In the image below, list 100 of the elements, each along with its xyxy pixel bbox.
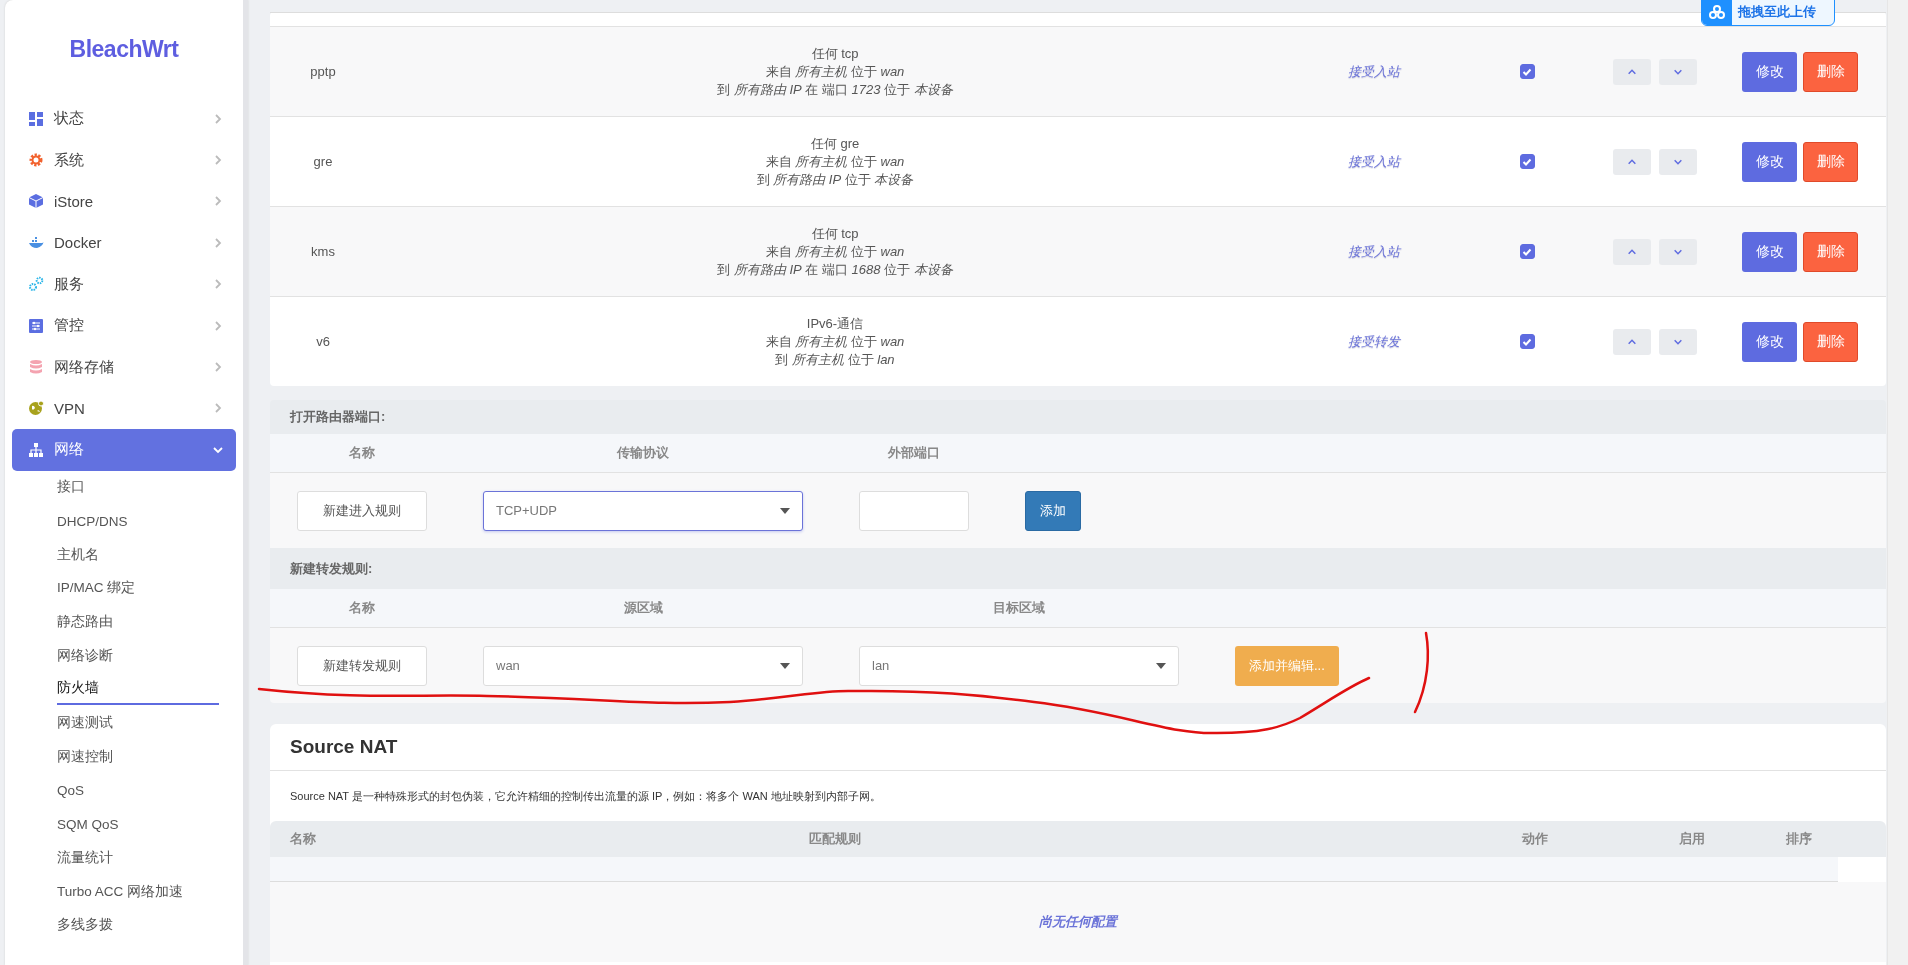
match-rule-text: 任何 gre <box>810 134 860 153</box>
match-rule-text: 来自 所有主机 位于 wan <box>765 332 905 351</box>
upload-badge[interactable]: 拖拽至此上传 <box>1701 0 1835 26</box>
sidebar-subitem[interactable]: QoS <box>57 777 84 805</box>
column-header: 动作 <box>1521 830 1549 848</box>
rule-name: pptp <box>309 64 337 79</box>
sidebar-subitem[interactable]: 网速测试 <box>57 708 113 739</box>
sidebar-subitem[interactable]: 主机名 <box>57 539 99 570</box>
globe-icon <box>28 400 44 417</box>
whale-icon <box>28 234 44 251</box>
protocol-select[interactable]: TCP+UDP <box>483 490 803 531</box>
caret-down-icon <box>1156 662 1166 669</box>
column-header: 源区域 <box>622 599 664 617</box>
sidebar-subitem[interactable]: 多线多拨 <box>57 910 113 941</box>
move-down-button[interactable] <box>1659 148 1697 175</box>
move-down-button[interactable] <box>1659 58 1697 85</box>
sidebar-item[interactable]: 网络 <box>12 429 236 471</box>
column-header: 名称 <box>348 599 376 617</box>
rule-name-field[interactable]: 新建进入规则 <box>297 490 427 531</box>
sidebar-subitem[interactable]: 网速控制 <box>57 741 113 772</box>
sliders-icon <box>28 317 44 334</box>
match-rule-text: 来自 所有主机 位于 wan <box>765 152 905 171</box>
sidebar-subitem[interactable]: Turbo ACC 网络加速 <box>57 876 184 907</box>
add-button[interactable]: 添加 <box>1025 490 1081 531</box>
column-header: 匹配规则 <box>808 830 862 848</box>
column-header: 目标区域 <box>992 599 1046 617</box>
column-header: 传输协议 <box>615 444 670 462</box>
match-rule-text: IPv6-通信 <box>806 314 864 333</box>
dashboard-icon <box>28 110 44 127</box>
edit-button[interactable]: 修改 <box>1742 231 1797 272</box>
sidebar-subitem[interactable]: SQM QoS <box>57 810 119 838</box>
move-up-button[interactable] <box>1613 238 1651 265</box>
match-rule-text: 到 所有路由 IP 在 端口 1688 位于 本设备 <box>717 260 953 279</box>
sidebar-item[interactable]: Docker <box>12 222 236 264</box>
match-rule-text: 来自 所有主机 位于 wan <box>765 242 905 261</box>
cloud-icon <box>1708 5 1726 19</box>
edit-button[interactable]: 修改 <box>1742 321 1797 362</box>
checkmark-icon <box>1522 246 1532 257</box>
rule-action: 接受入站 <box>1348 242 1400 261</box>
caret-down-icon <box>780 662 790 669</box>
edit-button[interactable]: 修改 <box>1742 51 1797 92</box>
sidebar-subitem[interactable]: 接口 <box>57 472 85 503</box>
match-rule-text: 到 所有主机 位于 lan <box>775 350 895 369</box>
match-rule-text: 来自 所有主机 位于 wan <box>765 62 905 81</box>
external-port-field[interactable] <box>859 490 969 531</box>
move-up-button[interactable] <box>1613 58 1651 85</box>
destination-zone-select[interactable]: lan <box>859 645 1179 686</box>
column-header: 启用 <box>1678 830 1706 848</box>
description-text: Source NAT 是一种特殊形式的封包伪装，它允许精细的控制传出流量的源 IP，例如：将多个 WAN 地址映射到内部子网。 <box>290 788 881 804</box>
gears-icon <box>28 276 44 293</box>
card-title: Source NAT <box>290 736 398 758</box>
rule-name: v6 <box>315 334 331 349</box>
cube-icon <box>28 193 44 210</box>
sidebar-item[interactable]: 管控 <box>12 304 236 347</box>
network-icon <box>28 441 44 458</box>
rule-action: 接受入站 <box>1348 62 1400 81</box>
enable-checkbox[interactable] <box>1519 64 1535 79</box>
sidebar-item[interactable]: iStore <box>12 180 236 223</box>
sidebar-subitem[interactable]: DHCP/DNS <box>57 507 128 535</box>
sidebar-item[interactable]: 系统 <box>12 139 236 181</box>
checkmark-icon <box>1522 66 1532 77</box>
checkmark-icon <box>1522 156 1532 167</box>
sidebar-subitem[interactable]: IP/MAC 绑定 <box>57 573 136 604</box>
rule-action: 接受入站 <box>1348 152 1400 171</box>
move-down-button[interactable] <box>1659 328 1697 355</box>
enable-checkbox[interactable] <box>1519 154 1535 169</box>
sidebar-item[interactable]: 服务 <box>12 263 236 305</box>
enable-checkbox[interactable] <box>1519 244 1535 259</box>
rule-action: 接受转发 <box>1348 332 1400 351</box>
database-icon <box>28 359 44 376</box>
move-up-button[interactable] <box>1613 328 1651 355</box>
source-zone-select[interactable]: wan <box>483 645 803 686</box>
rule-name: kms <box>310 244 336 259</box>
rule-name-field[interactable]: 新建转发规则 <box>297 645 427 686</box>
sidebar-item[interactable]: 网络存储 <box>12 346 236 388</box>
move-up-button[interactable] <box>1613 148 1651 175</box>
sidebar-subitem[interactable]: 网络诊断 <box>57 640 113 671</box>
sidebar-item[interactable]: 状态 <box>12 98 236 140</box>
section-title: 打开路由器端口: <box>290 408 386 426</box>
caret-down-icon <box>780 507 790 514</box>
empty-message: 尚无任何配置 <box>1039 913 1117 931</box>
rule-name: gre <box>312 154 334 169</box>
sidebar-subitem[interactable]: 防火墙 <box>57 673 219 706</box>
match-rule-text: 任何 tcp <box>811 44 859 63</box>
column-header: 外部端口 <box>887 444 941 462</box>
section-title: 新建转发规则: <box>290 559 373 578</box>
column-header: 名称 <box>348 444 376 462</box>
sidebar-subitem[interactable]: 静态路由 <box>57 607 113 638</box>
match-rule-text: 到 所有路由 IP 在 端口 1723 位于 本设备 <box>717 80 953 99</box>
gear-icon <box>28 152 44 169</box>
column-header: 排序 <box>1785 830 1813 848</box>
edit-button[interactable]: 修改 <box>1742 141 1797 182</box>
move-down-button[interactable] <box>1659 238 1697 265</box>
column-header: 名称 <box>290 830 317 848</box>
sidebar-item[interactable]: VPN <box>12 387 236 430</box>
checkmark-icon <box>1522 336 1532 347</box>
sidebar-subitem[interactable]: 流量统计 <box>57 842 113 873</box>
match-rule-text: 任何 tcp <box>811 224 859 243</box>
brand-logo: BleachWrt <box>69 36 179 63</box>
enable-checkbox[interactable] <box>1519 334 1535 349</box>
